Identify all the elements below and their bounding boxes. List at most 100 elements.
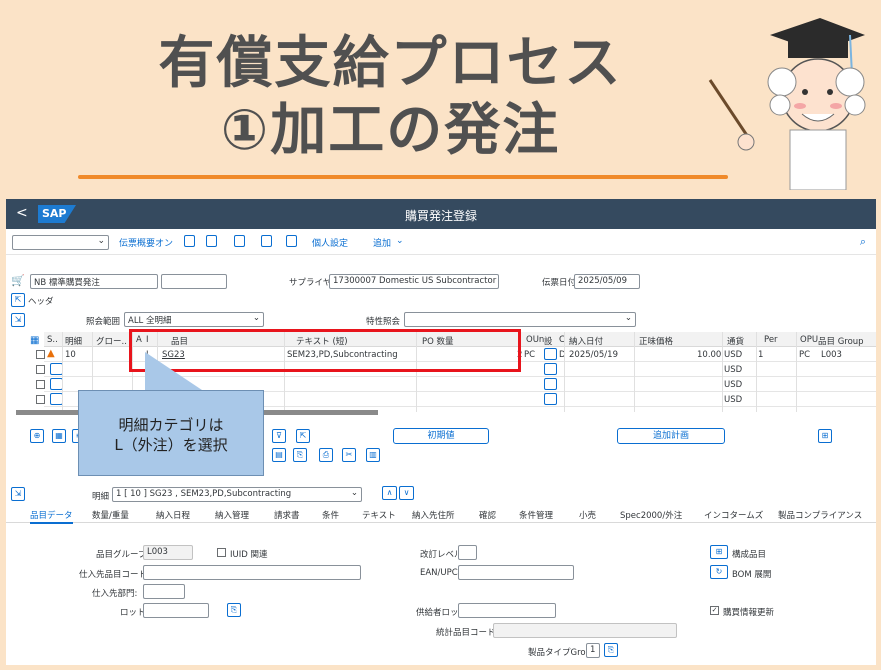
row-currency[interactable]: USD <box>724 350 742 360</box>
product-type-copy-icon[interactable]: ⎘ <box>604 643 618 657</box>
col-per[interactable]: Per <box>764 335 778 345</box>
network-icon[interactable]: ⊞ <box>818 429 832 443</box>
row-item[interactable]: 10 <box>65 350 76 360</box>
expand-header-icon[interactable]: ⇱ <box>11 293 25 307</box>
filter-icon[interactable]: ⊽ <box>272 429 286 443</box>
tab-incoterms[interactable]: インコタームズ <box>704 509 763 521</box>
doc-type-select[interactable]: NB 標準購買発注 <box>30 274 158 289</box>
tab-text[interactable]: テキスト <box>362 509 396 521</box>
col-net-price[interactable]: 正味価格 <box>639 335 673 347</box>
col-opu[interactable]: OPU <box>800 335 818 345</box>
vendor-material-input[interactable] <box>143 565 361 580</box>
item-detail-select[interactable]: 1 [ 10 ] SG23 , SEM23,PD,Subcontracting ⌄ <box>112 487 362 502</box>
special-ref-select[interactable]: ⌄ <box>404 312 636 327</box>
row-unit[interactable]: PC <box>524 350 535 360</box>
iuid-checkbox[interactable] <box>217 548 226 557</box>
tab-retail[interactable]: 小売 <box>579 509 596 521</box>
batch-copy-icon[interactable]: ⎘ <box>227 603 241 617</box>
row-per[interactable]: 1 <box>758 350 763 360</box>
tab-quantity-weight[interactable]: 数量/重量 <box>92 509 129 521</box>
ref-range-label: 照会範囲 <box>86 317 121 327</box>
more-button[interactable]: 追加 <box>373 236 391 249</box>
ref-range-value: ALL 全明細 <box>128 316 172 326</box>
product-type-input[interactable]: 1 <box>586 643 600 658</box>
tab-material-data[interactable]: 品目データ <box>30 509 73 524</box>
col-delivery-date[interactable]: 納入日付 <box>569 335 603 347</box>
ref-range-select[interactable]: ALL 全明細 ⌄ <box>124 312 264 327</box>
row-setting-button[interactable] <box>544 348 557 360</box>
additional-planning-button[interactable]: 追加計画 <box>617 428 725 444</box>
doc-date-input[interactable]: 2025/05/09 <box>574 274 640 289</box>
print-row-icon[interactable]: ⎙ <box>319 448 333 462</box>
batch-input[interactable] <box>143 603 209 618</box>
row-checkbox[interactable] <box>36 350 45 359</box>
row-checkbox[interactable] <box>36 395 45 404</box>
table-icon[interactable]: ▦ <box>52 429 66 443</box>
row-checkbox[interactable] <box>36 380 45 389</box>
delete-icon[interactable]: ▤ <box>272 448 286 462</box>
supplier-input[interactable]: 17300007 Domestic US Subcontractor A <box>329 274 499 289</box>
cut-icon[interactable]: ✂ <box>342 448 356 462</box>
material-group-input[interactable]: L003 <box>143 545 193 560</box>
row-delivery-date[interactable]: 2025/05/19 <box>569 350 618 360</box>
col-status[interactable]: S.. <box>47 335 58 345</box>
col-group[interactable]: グロー.. <box>96 335 127 347</box>
collapse-items-icon[interactable]: ⇲ <box>11 313 25 327</box>
more-chevron-icon[interactable]: ⌄ <box>396 236 404 246</box>
variant-select[interactable]: ⌄ <box>12 235 109 250</box>
doc-overview-button[interactable]: 伝票概要オン <box>119 236 173 249</box>
tab-delivery-address[interactable]: 納入先住所 <box>412 509 455 521</box>
tab-condition-control[interactable]: 条件管理 <box>519 509 553 521</box>
row-currency[interactable]: USD <box>724 365 742 375</box>
copy-row-icon[interactable]: ⎘ <box>293 448 307 462</box>
trash-icon[interactable]: ▥ <box>366 448 380 462</box>
stat-material-input[interactable] <box>493 623 677 638</box>
supplier-batch-input[interactable] <box>458 603 556 618</box>
tab-invoice[interactable]: 請求書 <box>274 509 300 521</box>
row-currency[interactable]: USD <box>724 380 742 390</box>
ean-input[interactable] <box>458 565 574 580</box>
hierarchy-icon[interactable] <box>234 235 245 247</box>
previous-item-icon[interactable]: ∧ <box>382 486 397 500</box>
print-icon[interactable] <box>261 235 272 247</box>
next-item-icon[interactable]: ∨ <box>399 486 414 500</box>
warning-icon[interactable]: ▲ <box>47 348 55 359</box>
collapse-detail-icon[interactable]: ⇲ <box>11 487 25 501</box>
vendor-subrange-input[interactable] <box>143 584 185 599</box>
personal-settings-button[interactable]: 個人設定 <box>312 236 348 249</box>
search-icon[interactable]: ⌕ <box>860 235 866 249</box>
document-icon[interactable] <box>184 235 195 247</box>
info-icon[interactable] <box>286 235 297 247</box>
col-item[interactable]: 明細 <box>65 335 82 347</box>
tab-spec2000[interactable]: Spec2000/外注 <box>620 509 682 521</box>
col-material-group[interactable]: 品目 Group <box>818 335 864 347</box>
default-values-button[interactable]: 初期値 <box>393 428 489 444</box>
tab-delivery-management[interactable]: 納入管理 <box>215 509 249 521</box>
row-net-price[interactable]: 10.00 <box>697 350 721 360</box>
row-checkbox[interactable] <box>36 365 45 374</box>
row-setting-button[interactable] <box>544 378 557 390</box>
vendor-subrange-label: 仕入先部門: <box>92 589 138 599</box>
column-divider <box>796 332 797 412</box>
row-setting-button[interactable] <box>544 393 557 405</box>
col-oun[interactable]: OUn <box>526 335 544 345</box>
bom-refresh-icon[interactable]: ↻ <box>710 565 728 579</box>
col-setting[interactable]: 設 <box>544 335 553 347</box>
tab-delivery-schedule[interactable]: 納入日程 <box>156 509 190 521</box>
component-icon[interactable]: ⊞ <box>710 545 728 559</box>
revision-input[interactable] <box>458 545 477 560</box>
tab-conditions[interactable]: 条件 <box>322 509 339 521</box>
row-currency[interactable]: USD <box>724 395 742 405</box>
doc-number-input[interactable] <box>161 274 227 289</box>
info-update-checkbox[interactable]: ✓ <box>710 606 719 615</box>
row-material-group[interactable]: L003 <box>821 350 842 360</box>
zoom-icon[interactable]: ⊕ <box>30 429 44 443</box>
tab-confirmation[interactable]: 確認 <box>479 509 496 521</box>
col-currency[interactable]: 通貨 <box>727 335 744 347</box>
table-settings-icon[interactable]: ▦ <box>30 335 39 346</box>
tab-product-compliance[interactable]: 製品コンプライアンス <box>778 509 862 521</box>
copy-icon[interactable] <box>206 235 217 247</box>
row-opu[interactable]: PC <box>799 350 810 360</box>
export-icon[interactable]: ⇱ <box>296 429 310 443</box>
row-setting-button[interactable] <box>544 363 557 375</box>
